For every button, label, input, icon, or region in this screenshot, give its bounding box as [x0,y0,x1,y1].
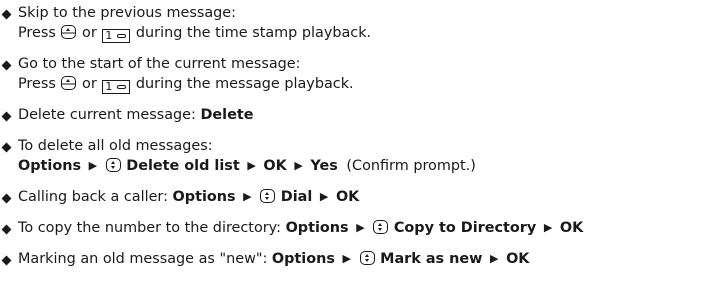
navigation-key-icon [260,189,276,203]
bullet-diamond-icon [1,9,12,20]
arrow-right-icon: ▶ [543,221,553,234]
arrow-right-icon: ▶ [319,190,329,203]
item-heading: Skip to the previous message: [18,5,237,21]
bullet-diamond-icon [1,224,12,235]
digit-one-key-icon: 1 [102,29,131,43]
softkey-delete: Delete [200,107,254,123]
item-instruction: Marking an old message as "new": Options… [18,251,530,267]
item-heading: To delete all old messages: [18,138,213,154]
bullet-diamond-icon [1,111,12,122]
item-instruction: To copy the number to the directory: Opt… [18,220,584,236]
digit-one-key-icon: 1 [102,80,131,94]
arrow-right-icon: ▶ [342,252,351,265]
arrow-right-icon: ▶ [356,221,365,234]
item-heading: Go to the start of the current message: [18,56,301,72]
navigation-key-up-icon [61,25,77,39]
bullet-diamond-icon [1,193,12,204]
instruction-list: Skip to the previous message: Press or 1… [0,0,721,286]
arrow-right-icon: ▶ [294,159,303,172]
bullet-diamond-icon [1,142,12,153]
item-instruction: Calling back a caller: Options ▶ Dial ▶ … [18,189,360,205]
bullet-diamond-icon [1,255,12,266]
navigation-key-icon [373,220,389,234]
item-instruction: Press or 1 during the time stamp playbac… [18,25,372,43]
item-instruction: Delete current message: Delete [18,107,254,123]
navigation-key-icon [359,251,375,265]
arrow-right-icon: ▶ [247,159,256,172]
navigation-key-icon [105,158,121,172]
navigation-key-up-icon [61,76,77,90]
item-instruction: Press or 1 during the message playback. [18,76,354,94]
arrow-right-icon: ▶ [243,190,252,203]
item-instruction: Options ▶ Delete old list ▶ OK ▶ Yes (Co… [18,158,476,174]
arrow-right-icon: ▶ [88,159,98,172]
bullet-diamond-icon [1,60,12,71]
arrow-right-icon: ▶ [490,252,499,265]
